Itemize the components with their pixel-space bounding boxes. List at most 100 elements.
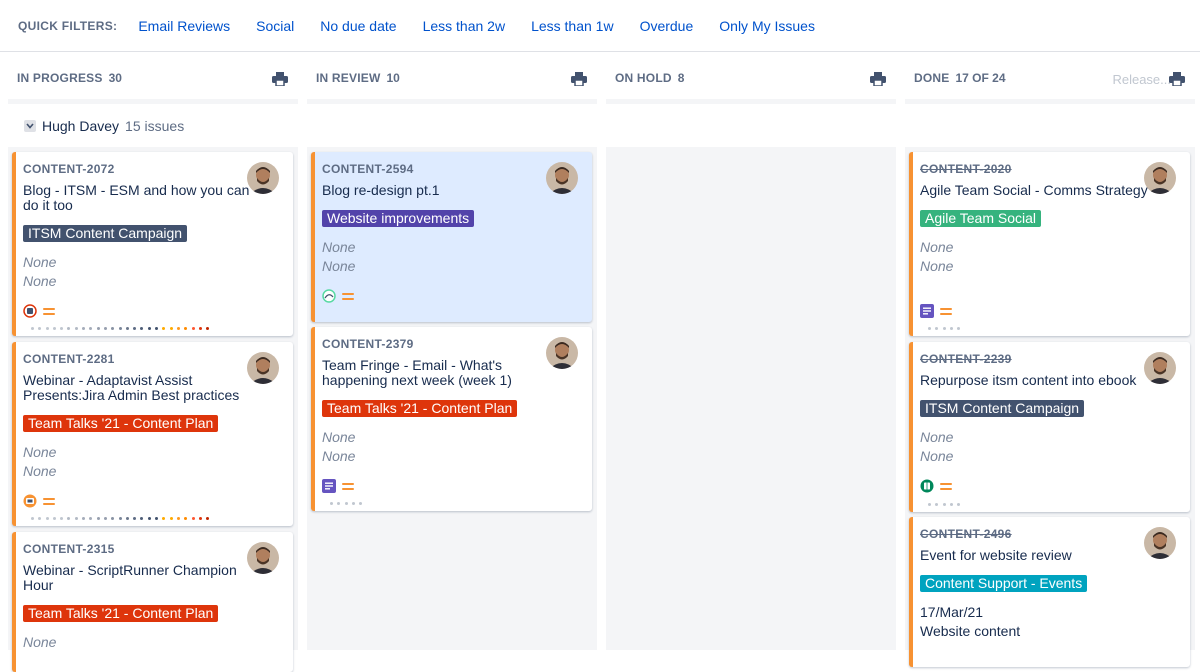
filter-less-than-2w[interactable]: Less than 2w bbox=[423, 18, 506, 34]
issue-key[interactable]: CONTENT-2594 bbox=[322, 162, 584, 176]
issue-key[interactable]: CONTENT-2020 bbox=[920, 162, 1182, 176]
epic-label: Agile Team Social bbox=[920, 210, 1042, 227]
column-count: 30 bbox=[108, 71, 122, 85]
assignee-avatar[interactable] bbox=[247, 352, 279, 384]
time-in-column-dots bbox=[928, 327, 961, 330]
epic-label: Website improvements bbox=[322, 210, 475, 227]
quick-filters-label: QUICK FILTERS: bbox=[18, 18, 118, 33]
issue-card[interactable]: CONTENT-2020 Agile Team Social - Comms S… bbox=[909, 152, 1190, 336]
column-header-in-progress: IN PROGRESS 30 bbox=[8, 56, 298, 104]
webinar-icon bbox=[23, 494, 37, 508]
print-icon[interactable] bbox=[870, 72, 886, 86]
column-title: IN PROGRESS bbox=[17, 71, 103, 85]
priority-medium-icon bbox=[43, 496, 55, 506]
column-on-hold[interactable] bbox=[606, 147, 896, 650]
issue-key[interactable]: CONTENT-2281 bbox=[23, 352, 285, 366]
epic-label: Team Talks '21 - Content Plan bbox=[23, 605, 219, 622]
swimlane-issue-count: 15 issues bbox=[125, 118, 185, 134]
issue-field: None bbox=[322, 239, 356, 255]
epic-label: ITSM Content Campaign bbox=[920, 400, 1085, 417]
issue-field: None bbox=[23, 444, 57, 460]
swimlane-header[interactable]: Hugh Davey 15 issues bbox=[24, 118, 184, 134]
time-in-column-dots bbox=[330, 502, 363, 505]
issue-key[interactable]: CONTENT-2379 bbox=[322, 337, 584, 351]
bug-icon bbox=[23, 304, 37, 318]
time-in-column-dots bbox=[31, 517, 210, 520]
priority-medium-icon bbox=[43, 306, 55, 316]
issue-summary: Webinar - ScriptRunner Champion Hour bbox=[23, 562, 237, 593]
issue-field: None bbox=[322, 258, 356, 274]
issue-field: None bbox=[920, 429, 954, 445]
assignee-avatar[interactable] bbox=[546, 337, 578, 369]
ebook-icon bbox=[920, 479, 934, 493]
print-icon[interactable] bbox=[272, 72, 288, 86]
column-header-on-hold: ON HOLD 8 bbox=[606, 56, 896, 104]
issue-key[interactable]: CONTENT-2496 bbox=[920, 527, 1182, 541]
document-icon bbox=[322, 479, 336, 493]
issue-field: Website content bbox=[920, 623, 1021, 639]
epic-label: ITSM Content Campaign bbox=[23, 225, 188, 242]
priority-medium-icon bbox=[940, 481, 952, 491]
filter-no-due-date[interactable]: No due date bbox=[320, 18, 396, 34]
issue-field: None bbox=[920, 258, 954, 274]
column-title: DONE bbox=[914, 71, 950, 85]
issue-field: None bbox=[322, 448, 356, 464]
chevron-down-icon[interactable] bbox=[24, 120, 36, 132]
issue-field: None bbox=[23, 273, 57, 289]
issue-key[interactable]: CONTENT-2072 bbox=[23, 162, 285, 176]
issue-card[interactable]: CONTENT-2379 Team Fringe - Email - What'… bbox=[311, 327, 592, 511]
issue-card[interactable]: CONTENT-2239 Repurpose itsm content into… bbox=[909, 342, 1190, 512]
assignee-avatar[interactable] bbox=[1144, 352, 1176, 384]
filter-less-than-1w[interactable]: Less than 1w bbox=[531, 18, 614, 34]
column-count: 8 bbox=[677, 71, 685, 85]
issue-card-selected[interactable]: CONTENT-2594 Blog re-design pt.1 Website… bbox=[311, 152, 592, 322]
print-icon[interactable] bbox=[1169, 72, 1185, 86]
assignee-avatar[interactable] bbox=[1144, 162, 1176, 194]
time-in-column-dots bbox=[928, 503, 961, 506]
issue-summary: Event for website review bbox=[920, 547, 1072, 563]
document-icon bbox=[920, 304, 934, 318]
filter-only-my-issues[interactable]: Only My Issues bbox=[719, 18, 815, 34]
release-link[interactable]: Release... bbox=[1112, 72, 1171, 87]
assignee-avatar[interactable] bbox=[1144, 527, 1176, 559]
issue-key[interactable]: CONTENT-2315 bbox=[23, 542, 285, 556]
issue-field: None bbox=[920, 239, 954, 255]
epic-label: Team Talks '21 - Content Plan bbox=[23, 415, 219, 432]
issue-field: None bbox=[23, 634, 57, 650]
issue-field: None bbox=[920, 448, 954, 464]
issue-field: None bbox=[23, 463, 57, 479]
column-header-in-review: IN REVIEW 10 bbox=[307, 56, 597, 104]
epic-label: Content Support - Events bbox=[920, 575, 1088, 592]
design-icon bbox=[322, 289, 336, 303]
quick-filters-bar: QUICK FILTERS: Email Reviews Social No d… bbox=[0, 0, 1200, 52]
filter-overdue[interactable]: Overdue bbox=[640, 18, 694, 34]
column-count: 10 bbox=[386, 71, 400, 85]
time-in-column-dots bbox=[31, 327, 210, 330]
issue-summary: Webinar - Adaptavist Assist Presents:Jir… bbox=[23, 372, 240, 403]
issue-card[interactable]: CONTENT-2315 Webinar - ScriptRunner Cham… bbox=[12, 532, 293, 672]
issue-key[interactable]: CONTENT-2239 bbox=[920, 352, 1182, 366]
filter-social[interactable]: Social bbox=[256, 18, 294, 34]
issue-field: None bbox=[23, 254, 57, 270]
column-count: 17 OF 24 bbox=[955, 71, 1006, 85]
priority-medium-icon bbox=[940, 306, 952, 316]
swimlane-assignee: Hugh Davey bbox=[42, 118, 120, 134]
column-title: ON HOLD bbox=[615, 71, 672, 85]
issue-card[interactable]: CONTENT-2496 Event for website review Co… bbox=[909, 517, 1190, 667]
column-header-done: DONE 17 OF 24 Release... bbox=[905, 56, 1195, 104]
issue-summary: Team Fringe - Email - What's happening n… bbox=[322, 357, 512, 388]
assignee-avatar[interactable] bbox=[247, 162, 279, 194]
due-date: 17/Mar/21 bbox=[920, 604, 984, 620]
issue-summary: Blog - ITSM - ESM and how you can do it … bbox=[23, 182, 250, 213]
assignee-avatar[interactable] bbox=[546, 162, 578, 194]
column-title: IN REVIEW bbox=[316, 71, 381, 85]
print-icon[interactable] bbox=[571, 72, 587, 86]
assignee-avatar[interactable] bbox=[247, 542, 279, 574]
issue-summary: Blog re-design pt.1 bbox=[322, 182, 440, 198]
issue-field: None bbox=[322, 429, 356, 445]
filter-email-reviews[interactable]: Email Reviews bbox=[138, 18, 230, 34]
issue-summary: Repurpose itsm content into ebook bbox=[920, 372, 1137, 388]
issue-card[interactable]: CONTENT-2281 Webinar - Adaptavist Assist… bbox=[12, 342, 293, 526]
issue-card[interactable]: CONTENT-2072 Blog - ITSM - ESM and how y… bbox=[12, 152, 293, 336]
priority-medium-icon bbox=[342, 291, 354, 301]
